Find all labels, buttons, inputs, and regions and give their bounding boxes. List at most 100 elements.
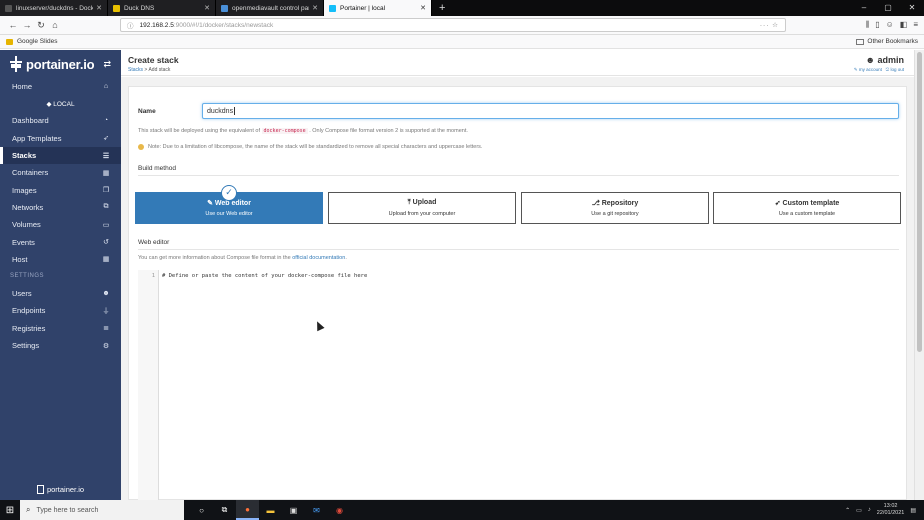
close-window-icon[interactable]: ✕ <box>900 0 924 16</box>
sidebar-item-label: Host <box>12 254 28 264</box>
mail-icon[interactable]: ✉ <box>305 500 328 520</box>
sidebar-item-settings[interactable]: Settings ⚙ <box>0 337 121 354</box>
tray-up-icon[interactable]: ⌃ <box>845 507 850 514</box>
extension-icon[interactable]: ◧ <box>900 20 908 30</box>
page-info-icon[interactable]: ⓘ <box>127 20 134 30</box>
minimize-icon[interactable]: – <box>852 0 876 16</box>
clock-date: 22/01/2021 <box>876 510 905 516</box>
new-tab-button[interactable]: + <box>432 0 452 16</box>
history-icon: ↺ <box>103 239 109 247</box>
code-editor[interactable]: 1 # Define or paste the content of your … <box>138 270 899 501</box>
build-method-title: Build method <box>138 165 176 172</box>
build-method-desc: Use a git repository <box>591 211 639 217</box>
url-bar[interactable]: ⓘ 192.168.2.5 :9000/#!/1/docker/stacks/n… <box>120 18 786 32</box>
firefox-icon[interactable]: ● <box>236 500 259 520</box>
clock[interactable]: 13:02 22/01/2021 <box>877 503 905 517</box>
sidebar-item-dashboard[interactable]: Dashboard ◔ <box>0 112 121 129</box>
chrome-icon[interactable]: ◉ <box>328 500 351 520</box>
official-documentation-link[interactable]: official documentation <box>292 255 345 261</box>
close-tab-icon[interactable]: ✕ <box>420 4 426 12</box>
bookmark-label: Google Slides <box>17 38 58 45</box>
my-account-link[interactable]: ✎ my account <box>854 67 882 72</box>
task-view-icon[interactable]: ○ <box>190 500 213 520</box>
sidebar-logo-row: portainer.io ⇄ <box>0 50 121 78</box>
create-stack-widget: Name duckdns This stack will be deployed… <box>128 86 907 501</box>
close-tab-icon[interactable]: ✕ <box>312 4 318 12</box>
reload-icon[interactable]: ↻ <box>34 20 48 31</box>
browser-tab[interactable]: Portainer | local ✕ <box>324 0 432 16</box>
bookmark-google-slides[interactable]: Google Slides <box>6 38 57 45</box>
line-number: 1 <box>151 273 155 279</box>
back-icon[interactable]: ← <box>6 20 20 30</box>
main-area: Create stack Stacks > Add stack ☻ admin … <box>121 50 914 501</box>
tab-label: openmediavault control panel <box>232 4 310 12</box>
menu-icon[interactable]: ≡ <box>913 20 918 30</box>
sidebar-item-registries[interactable]: Registries ≣ <box>0 320 121 337</box>
browser-tab[interactable]: openmediavault control panel ✕ <box>216 0 324 16</box>
close-tab-icon[interactable]: ✕ <box>96 4 102 12</box>
sidebar-toggle-icon[interactable]: ⇄ <box>103 59 111 70</box>
library-icon[interactable]: ⫼ <box>866 20 870 30</box>
sidebar-item-label: Events <box>12 237 35 247</box>
url-host: 192.168.2.5 <box>139 21 174 29</box>
sidebar-icon[interactable]: ▯ <box>875 20 879 30</box>
page-actions-icon[interactable]: ··· ☆ <box>760 21 779 29</box>
network-icon[interactable]: ▭ <box>856 507 862 514</box>
libcompose-note: Note: Due to a limitation of libcompose,… <box>138 144 482 150</box>
toolbar-right: ⫼ ▯ ☺ ◧ ≡ <box>866 20 919 30</box>
breadcrumb: Stacks > Add stack <box>128 67 171 73</box>
build-method-repository[interactable]: ⎇ Repository Use a git repository <box>521 192 709 224</box>
build-method-title: ➶ Custom template <box>774 200 840 207</box>
editor-line[interactable]: # Define or paste the content of your do… <box>162 273 367 279</box>
windows-start-icon[interactable]: ⊞ <box>0 500 20 520</box>
account-icon[interactable]: ☺ <box>886 20 894 30</box>
build-method-desc: Use our Web editor <box>205 211 253 217</box>
taskbar-search[interactable]: ⌕ Type here to search <box>20 500 184 520</box>
folder-icon <box>856 38 865 45</box>
sidebar-item-users[interactable]: Users ☻ <box>0 285 121 302</box>
notifications-icon[interactable]: ▤ <box>910 507 916 514</box>
sidebar-item-volumes[interactable]: Volumes ▭ <box>0 216 121 233</box>
task-view-split-icon[interactable]: ⧉ <box>213 500 236 520</box>
build-method-web-editor[interactable]: ✓ ✎ Web editor Use our Web editor <box>135 185 323 224</box>
sidebar-item-app-templates[interactable]: App Templates ➶ <box>0 130 121 147</box>
portainer-mini-icon <box>36 485 44 494</box>
sidebar-item-endpoints[interactable]: Endpoints ⏚ <box>0 302 121 319</box>
other-bookmarks[interactable]: Other Bookmarks <box>856 38 918 45</box>
sidebar-item-containers[interactable]: Containers ▦ <box>0 164 121 181</box>
build-method-upload[interactable]: ⤒ Upload Upload from your computer <box>328 192 516 224</box>
sidebar-item-label: Endpoints <box>12 306 46 316</box>
home-browser-icon[interactable]: ⌂ <box>48 20 62 30</box>
sidebar-item-images[interactable]: Images ❐ <box>0 181 121 198</box>
store-icon[interactable]: ▣ <box>282 500 305 520</box>
sidebar-item-networks[interactable]: Networks ⧉ <box>0 199 121 216</box>
breadcrumb-stacks-link[interactable]: Stacks <box>128 67 143 73</box>
favicon-icon <box>5 4 12 12</box>
portainer-logo[interactable]: portainer.io <box>26 57 95 72</box>
log-out-link[interactable]: ⎋ log out <box>886 67 904 72</box>
stack-name-input[interactable]: duckdns <box>202 103 899 119</box>
browser-tab[interactable]: linuxserver/duckdns - Docker ✕ <box>0 0 108 16</box>
scrollbar-thumb[interactable] <box>917 52 922 352</box>
footer-logo: portainer.io <box>46 485 85 494</box>
favicon-icon <box>221 4 228 12</box>
search-icon: ⌕ <box>26 505 31 514</box>
sidebar-item-label: Settings <box>12 341 40 350</box>
volume-icon[interactable]: ♪ <box>868 507 871 513</box>
sidebar-item-stacks[interactable]: Stacks ☰ <box>0 146 121 165</box>
file-explorer-icon[interactable]: ▬ <box>259 500 282 520</box>
page-scrollbar[interactable] <box>914 50 924 500</box>
close-tab-icon[interactable]: ✕ <box>204 4 210 12</box>
forward-icon[interactable]: → <box>20 20 34 30</box>
sidebar-item-home[interactable]: Home ⌂ <box>0 78 121 95</box>
sidebar-item-host[interactable]: Host ▦ <box>0 251 121 268</box>
build-method-title: ⤒ Upload <box>407 199 437 206</box>
sidebar-item-label: Networks <box>12 202 44 212</box>
sidebar-item-events[interactable]: Events ↺ <box>0 233 121 250</box>
browser-tab[interactable]: Duck DNS ✕ <box>108 0 216 16</box>
maximize-icon[interactable]: ▢ <box>876 0 900 16</box>
web-editor-title: Web editor <box>138 239 170 246</box>
build-method-custom-template[interactable]: ➶ Custom template Use a custom template <box>713 192 901 224</box>
edit-icon: ✎ <box>207 200 213 207</box>
web-editor-divider <box>138 249 899 250</box>
